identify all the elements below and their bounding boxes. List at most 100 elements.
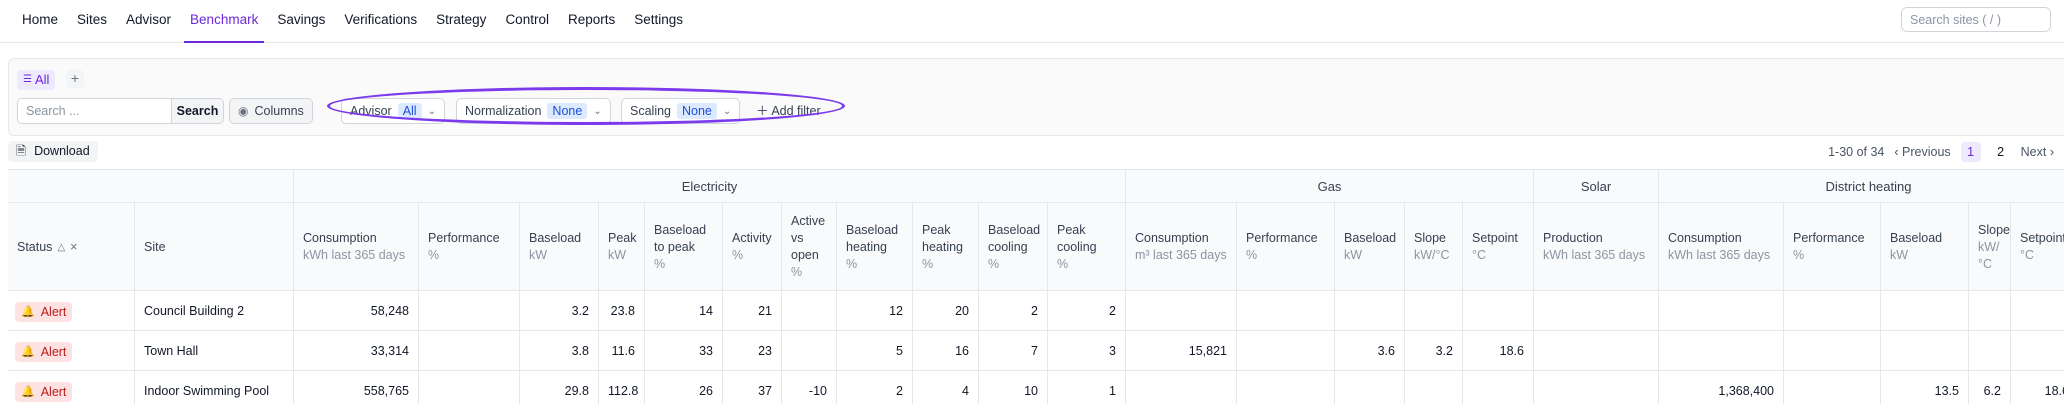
chevron-down-icon: ⌄ bbox=[427, 105, 436, 117]
download-button[interactable]: 🗎 Download bbox=[8, 141, 98, 162]
column-header-title: Active vs open bbox=[791, 214, 826, 262]
column-header-g-consumption[interactable]: Consumption m³ last 365 days bbox=[1125, 203, 1236, 291]
status-badge[interactable]: 🔔 Alert bbox=[15, 302, 73, 322]
column-header-status[interactable]: Status △ × bbox=[8, 203, 134, 291]
table-row[interactable]: 🔔 Alert Council Building 2 58,248 3.2 23.8 14 2… bbox=[8, 291, 2064, 331]
column-header-g-baseload[interactable]: Baseload kW bbox=[1334, 203, 1404, 291]
table-row[interactable]: 🔔 Alert Indoor Swimming Pool 558,765 29.8 112… bbox=[8, 371, 2064, 404]
page-1-button[interactable]: 1 bbox=[1960, 142, 1981, 162]
pagination: 1-30 of 34 ‹ Previous 1 2 Next › bbox=[1828, 141, 2054, 163]
cell-e-baseload-to-peak: 26 bbox=[644, 371, 722, 404]
column-header-site[interactable]: Site bbox=[134, 203, 293, 291]
advisor-filter-value: All bbox=[397, 103, 422, 119]
column-header-s-production[interactable]: Production kWh last 365 days bbox=[1533, 203, 1658, 291]
cell-site[interactable]: Council Building 2 bbox=[134, 291, 293, 331]
clear-sort-icon[interactable]: × bbox=[70, 239, 77, 256]
nav-benchmark[interactable]: Benchmark bbox=[184, 0, 265, 43]
cell-d-consumption bbox=[1658, 331, 1783, 371]
cell-site[interactable]: Town Hall bbox=[134, 331, 293, 371]
search-button[interactable]: Search bbox=[171, 99, 223, 123]
file-icon: 🗎 bbox=[16, 144, 27, 158]
nav-verifications[interactable]: Verifications bbox=[344, 0, 417, 43]
column-header-d-baseload[interactable]: Baseload kW bbox=[1880, 203, 1968, 291]
chevron-down-icon: ⌄ bbox=[593, 105, 602, 117]
column-header-e-consumption[interactable]: Consumption kWh last 365 days bbox=[293, 203, 418, 291]
sort-ascending-icon[interactable]: △ bbox=[57, 239, 65, 256]
next-page-button[interactable]: Next › bbox=[2021, 145, 2054, 159]
column-header-d-performance[interactable]: Performance% bbox=[1783, 203, 1880, 291]
column-header-label: Status bbox=[17, 239, 53, 254]
column-header-unit: °C bbox=[2020, 248, 2035, 262]
column-header-e-peak-heating[interactable]: Peak heating% bbox=[912, 203, 978, 291]
column-header-e-active-vs-open[interactable]: Active vs open% bbox=[781, 203, 836, 291]
filter-lines-icon: ☰ bbox=[23, 74, 32, 85]
cell-e-peak-cooling: 2 bbox=[1047, 291, 1125, 331]
nav-home[interactable]: Home bbox=[22, 0, 58, 43]
column-header-title: Peak heating bbox=[922, 222, 964, 254]
column-header-title: Setpoint bbox=[2020, 231, 2064, 245]
column-header-unit: % bbox=[791, 265, 803, 279]
column-header-e-activity[interactable]: Activity% bbox=[722, 203, 781, 291]
add-view-button[interactable]: + bbox=[66, 70, 84, 88]
nav-sites[interactable]: Sites bbox=[77, 0, 107, 43]
cell-g-performance bbox=[1236, 371, 1334, 404]
nav-reports[interactable]: Reports bbox=[568, 0, 615, 43]
status-badge[interactable]: 🔔 Alert bbox=[15, 382, 73, 402]
column-header-unit: kW bbox=[1890, 248, 1909, 262]
add-filter-button[interactable]: ＋ Add filter bbox=[756, 98, 821, 124]
column-header-e-peak[interactable]: Peak kW bbox=[598, 203, 644, 291]
cell-e-activity: 23 bbox=[722, 331, 781, 371]
cell-g-setpoint bbox=[1462, 371, 1533, 404]
column-header-g-slope[interactable]: Slope kW/°C bbox=[1404, 203, 1462, 291]
column-header-e-baseload[interactable]: Baseload kW bbox=[519, 203, 598, 291]
search-sites-input[interactable] bbox=[1901, 7, 2051, 32]
column-header-unit: % bbox=[732, 248, 744, 262]
advisor-filter-label: Advisor bbox=[350, 104, 392, 118]
column-header-title: Baseload cooling bbox=[988, 222, 1041, 254]
nav-control[interactable]: Control bbox=[505, 0, 549, 43]
cell-d-consumption: 1,368,400 bbox=[1658, 371, 1783, 404]
benchmark-table: Electricity Gas Solar District heating S… bbox=[8, 169, 2064, 404]
column-header-e-baseload-to-peak[interactable]: Baseload to peak% bbox=[644, 203, 722, 291]
column-header-d-setpoint[interactable]: Setpoint °C bbox=[2010, 203, 2064, 291]
previous-page-button[interactable]: ‹ Previous bbox=[1894, 145, 1950, 159]
cell-e-activity: 37 bbox=[722, 371, 781, 404]
table-search-input[interactable] bbox=[18, 99, 171, 123]
column-header-d-consumption[interactable]: Consumption kWh last 365 days bbox=[1658, 203, 1783, 291]
cell-e-peak: 112.8 bbox=[598, 371, 644, 404]
normalization-filter[interactable]: Normalization None ⌄ bbox=[456, 98, 611, 124]
cell-d-slope: 6.2 bbox=[1968, 371, 2010, 404]
column-header-e-baseload-cooling[interactable]: Baseload cooling% bbox=[978, 203, 1047, 291]
group-district-heating: District heating bbox=[1658, 170, 2064, 203]
scaling-filter-label: Scaling bbox=[630, 104, 671, 118]
cell-g-consumption: 15,821 bbox=[1125, 331, 1236, 371]
cell-e-peak-heating: 4 bbox=[912, 371, 978, 404]
column-header-g-setpoint[interactable]: Setpoint °C bbox=[1462, 203, 1533, 291]
column-header-unit: % bbox=[1246, 248, 1258, 262]
view-tab-all[interactable]: ☰ All bbox=[17, 70, 56, 90]
column-header-d-slope[interactable]: Slope kW/°C bbox=[1968, 203, 2010, 291]
column-header-e-baseload-heating[interactable]: Baseload heating% bbox=[836, 203, 912, 291]
columns-button[interactable]: ◉ Columns bbox=[229, 98, 313, 124]
table-row[interactable]: 🔔 Alert Town Hall 33,314 3.8 11.6 33 23 5 16 7 3 15,… bbox=[8, 331, 2064, 371]
advisor-filter[interactable]: Advisor All ⌄ bbox=[341, 98, 445, 124]
status-badge[interactable]: 🔔 Alert bbox=[15, 342, 73, 362]
column-header-title: Baseload to peak bbox=[654, 222, 707, 254]
column-header-e-peak-cooling[interactable]: Peak cooling% bbox=[1047, 203, 1125, 291]
nav-savings[interactable]: Savings bbox=[277, 0, 325, 43]
column-header-e-performance[interactable]: Performance% bbox=[418, 203, 519, 291]
cell-e-active-vs-open bbox=[781, 331, 836, 371]
column-header-title: Slope bbox=[1414, 231, 1446, 245]
column-header-g-performance[interactable]: Performance% bbox=[1236, 203, 1334, 291]
cell-e-active-vs-open: -10 bbox=[781, 371, 836, 404]
nav-strategy[interactable]: Strategy bbox=[436, 0, 486, 43]
cell-site[interactable]: Indoor Swimming Pool bbox=[134, 371, 293, 404]
scaling-filter[interactable]: Scaling None ⌄ bbox=[621, 98, 741, 124]
previous-label: Previous bbox=[1902, 145, 1951, 159]
column-header-title: Performance bbox=[1793, 231, 1865, 245]
nav-advisor[interactable]: Advisor bbox=[126, 0, 171, 43]
column-header-title: Baseload bbox=[529, 231, 582, 245]
nav-settings[interactable]: Settings bbox=[634, 0, 683, 43]
cell-g-baseload: 3.6 bbox=[1334, 331, 1404, 371]
page-2-button[interactable]: 2 bbox=[1991, 142, 2011, 162]
